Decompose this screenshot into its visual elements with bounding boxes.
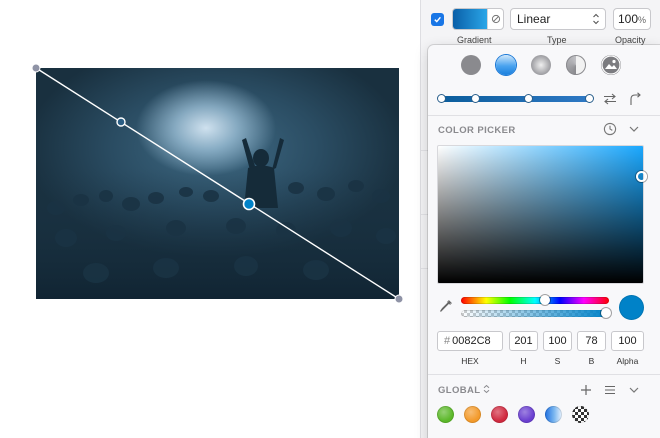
- fill-enabled-checkbox[interactable]: [431, 13, 444, 26]
- gradient-stop[interactable]: [585, 94, 594, 103]
- pattern-fill-icon[interactable]: [601, 55, 621, 75]
- gradient-stop[interactable]: [437, 94, 446, 103]
- type-label: Type: [547, 35, 567, 45]
- hex-input[interactable]: #0082C8: [437, 331, 503, 351]
- preset-checker-pattern[interactable]: [572, 406, 589, 423]
- alpha-slider[interactable]: [461, 310, 609, 317]
- checkmark-icon: [434, 16, 441, 23]
- eyedropper-icon[interactable]: [438, 298, 454, 314]
- chevron-down-icon[interactable]: [626, 121, 642, 137]
- chevron-up-down-icon: [593, 13, 599, 25]
- divider: [428, 374, 660, 375]
- divider: [428, 115, 660, 116]
- canvas[interactable]: [0, 0, 420, 438]
- gradient-start-handle[interactable]: [31, 63, 41, 73]
- gradient-stops-bar[interactable]: [437, 93, 594, 105]
- color-picker-popover: COLOR PICKER #0082C8 201 100 78 100 HEX …: [428, 45, 660, 438]
- gradient-label: Gradient: [457, 35, 492, 45]
- global-presets-header: GLOBAL: [428, 378, 660, 402]
- concert-crowd-image[interactable]: [36, 68, 399, 299]
- saturation-input[interactable]: 100: [543, 331, 572, 351]
- current-color-preview: [619, 295, 644, 320]
- gradient-preview-bar: [441, 96, 591, 102]
- rotate-arrow-icon[interactable]: [627, 91, 643, 107]
- solid-fill-icon[interactable]: [461, 55, 481, 75]
- chevron-up-down-icon: [484, 384, 490, 394]
- preset-blue-gradient[interactable]: [545, 406, 562, 423]
- b-label: B: [588, 356, 595, 366]
- s-label: S: [554, 356, 561, 366]
- preset-purple[interactable]: [518, 406, 535, 423]
- preset-red[interactable]: [491, 406, 508, 423]
- linear-gradient-icon[interactable]: [496, 55, 516, 75]
- gradient-stop[interactable]: [524, 94, 533, 103]
- color-variable-icon[interactable]: [487, 9, 503, 29]
- color-picker-title: COLOR PICKER: [438, 125, 516, 136]
- gradient-stop[interactable]: [471, 94, 480, 103]
- alpha-label: Alpha: [616, 356, 639, 366]
- preset-orange[interactable]: [464, 406, 481, 423]
- h-label: H: [520, 356, 527, 366]
- brightness-input[interactable]: 78: [577, 331, 606, 351]
- chevron-down-icon[interactable]: [626, 382, 642, 398]
- hue-slider-knob[interactable]: [540, 295, 550, 305]
- crowd-silhouette: [36, 138, 399, 299]
- saturation-brightness-handle[interactable]: [636, 171, 647, 182]
- list-menu-icon[interactable]: [602, 382, 618, 398]
- hue-slider[interactable]: [461, 297, 609, 304]
- gradient-end-handle[interactable]: [394, 294, 404, 304]
- hex-label: HEX: [461, 356, 479, 366]
- alpha-slider-knob[interactable]: [601, 308, 611, 318]
- global-title[interactable]: GLOBAL: [438, 384, 490, 396]
- preset-green[interactable]: [437, 406, 454, 423]
- gradient-type-value: Linear: [517, 12, 551, 26]
- alpha-fill: [461, 310, 609, 317]
- fill-row: Linear 100%: [421, 8, 660, 32]
- opacity-label: Opacity: [615, 35, 646, 45]
- gradient-swatch: [453, 9, 487, 29]
- hex-value: 0082C8: [452, 335, 491, 347]
- fill-color-well[interactable]: [452, 8, 504, 30]
- alpha-input[interactable]: 100: [611, 331, 644, 351]
- swap-arrows-icon[interactable]: [602, 91, 618, 107]
- radial-gradient-icon[interactable]: [531, 55, 551, 75]
- opacity-field[interactable]: 100%: [613, 8, 651, 30]
- angular-gradient-icon[interactable]: [566, 55, 586, 75]
- fill-type-selector: [428, 55, 660, 77]
- hue-input[interactable]: 201: [509, 331, 538, 351]
- clock-icon[interactable]: [602, 121, 618, 137]
- add-icon[interactable]: [578, 382, 594, 398]
- gradient-selected-stop-handle[interactable]: [242, 197, 256, 211]
- saturation-brightness-area[interactable]: [437, 145, 644, 284]
- opacity-value: 100: [617, 12, 638, 26]
- gradient-stop-handle[interactable]: [116, 117, 126, 127]
- opacity-unit: %: [638, 15, 647, 25]
- gradient-type-select[interactable]: Linear: [510, 8, 606, 30]
